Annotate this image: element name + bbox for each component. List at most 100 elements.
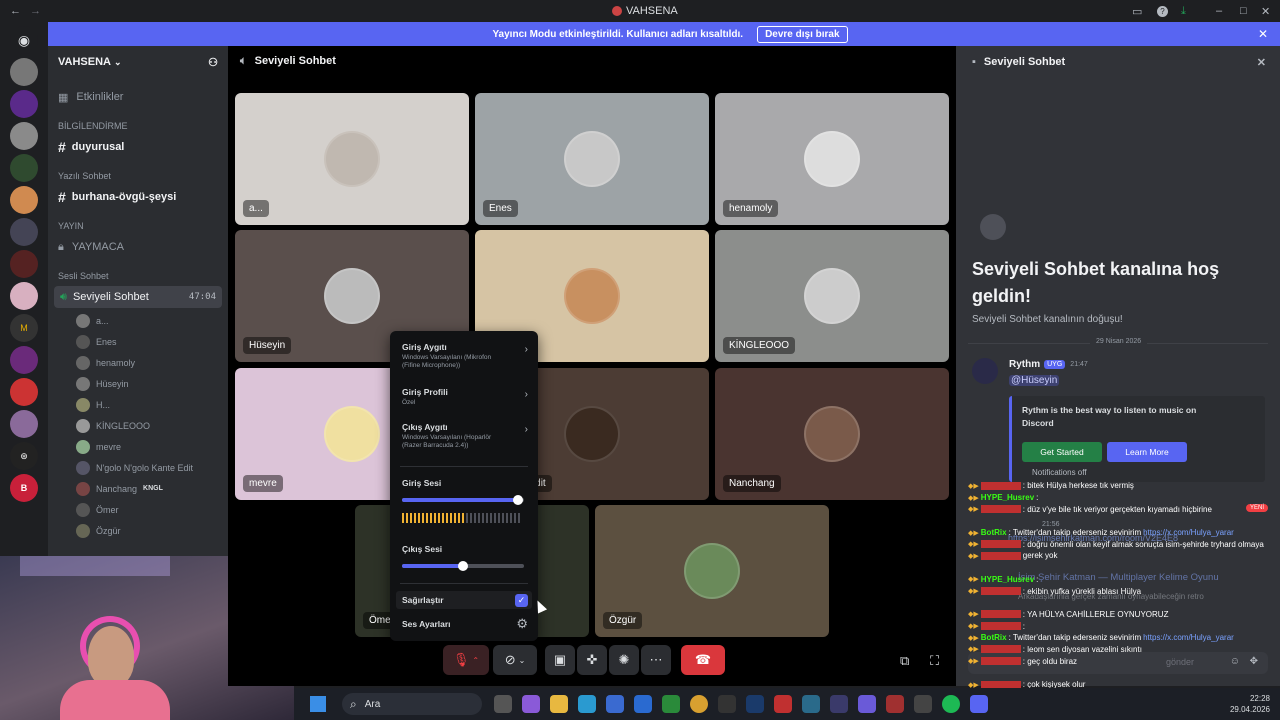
participant-tile[interactable]: Enes [475,93,709,225]
output-device-item[interactable]: Çıkış Aygıtı Windows Varsayılanı (Hoparl… [402,422,528,450]
outlook-icon[interactable] [634,695,652,713]
disable-streamer-button[interactable]: Devre dışı bırak [757,25,848,43]
camera-button[interactable]: ⊘ ⌄ [493,645,537,675]
channel-stream[interactable]: 🔒︎ YAYMACA [48,236,228,258]
windows-start-icon[interactable] [310,696,326,712]
server-icon[interactable] [10,346,38,374]
server-icon[interactable] [10,154,38,182]
app-icon[interactable] [830,695,848,713]
input-device-item[interactable]: Giriş Aygıtı Windows Varsayılanı (Mikrof… [402,342,528,370]
task-view-icon[interactable] [494,695,512,713]
taskbar-search[interactable]: ⌕ Ara [342,693,482,715]
app-icon[interactable] [886,695,904,713]
inbox-icon[interactable]: ▭ [1132,5,1142,18]
input-profile-item[interactable]: Giriş Profili Özel › [402,387,528,407]
server-icon[interactable] [10,250,38,278]
voice-user[interactable]: henamoly [48,352,228,373]
app-icon[interactable] [914,695,932,713]
fullscreen-icon[interactable]: ⛶ [930,653,939,669]
copilot-icon[interactable] [522,695,540,713]
folder-icon[interactable] [550,695,568,713]
participant-tile[interactable]: a... [235,93,469,225]
channel-duyurusal[interactable]: # duyurusal [48,136,228,158]
back-icon[interactable]: ← [10,5,21,17]
server-icon[interactable] [10,282,38,310]
category-stream[interactable]: YAYIN [48,216,228,236]
mention[interactable]: @Hüseyin [1009,375,1060,386]
learn-more-button[interactable]: Learn More [1107,442,1187,462]
close-chat-icon[interactable]: ✕ [1257,56,1266,69]
screen-share-button[interactable]: ▣ [545,645,575,675]
participant-tile[interactable]: henamoly [715,93,949,225]
soundboard-button[interactable]: ✺ [609,645,639,675]
discord-home-icon[interactable]: ◉ [10,26,38,54]
voice-user[interactable]: N'golo N'golo Kante Edit [48,457,228,478]
input-volume-slider[interactable] [402,495,524,505]
spotify-icon[interactable] [942,695,960,713]
deafen-item[interactable]: Sağırlaştır ✓ [396,591,532,609]
slider-handle[interactable] [512,495,523,505]
voice-user[interactable]: Nanchang KNGL [48,478,228,499]
server-icon[interactable] [10,410,38,438]
events-item[interactable]: ▦ Etkinlikler [48,80,228,114]
minimize-icon[interactable]: – [1216,5,1222,17]
server-icon[interactable]: ⊛ [10,442,38,470]
category-info[interactable]: BİLGİLENDİRME [48,116,228,136]
chrome-icon[interactable] [690,695,708,713]
maximize-icon[interactable]: □ [1240,5,1247,17]
voice-user[interactable]: KİNGLEOOO [48,415,228,436]
channel-text[interactable]: # burhana-övgü-şeysi [48,186,228,208]
checkbox-checked-icon[interactable]: ✓ [515,593,528,607]
voice-user[interactable]: mevre [48,436,228,457]
voice-user[interactable]: Hüseyin [48,373,228,394]
xbox-icon[interactable] [662,695,680,713]
participant-tile[interactable]: Özgür [595,505,829,637]
disconnect-button[interactable]: ☎ [681,645,725,675]
voice-user[interactable]: Enes [48,331,228,352]
server-icon[interactable] [10,218,38,246]
help-icon[interactable]: ? [1157,5,1168,17]
voice-user[interactable]: Ömer [48,499,228,520]
voice-settings-item[interactable]: Ses Ayarları ⚙ [402,616,528,631]
server-icon[interactable]: M [10,314,38,342]
close-window-icon[interactable]: ✕ [1261,5,1270,18]
server-icon[interactable] [10,186,38,214]
category-voice[interactable]: Sesli Sohbet [48,266,228,286]
category-text[interactable]: Yazılı Sohbet [48,166,228,186]
chat-link[interactable]: https://x.com/Hulya_yarar [1143,528,1234,537]
voice-user[interactable]: Özgür [48,520,228,541]
clock[interactable]: 22:28 29.04.2026 [1230,693,1270,715]
server-header[interactable]: VAHSENA ⌄ ⚇ [48,46,228,78]
more-button[interactable]: ⋯ [641,645,671,675]
server-icon[interactable] [10,378,38,406]
server-icon[interactable]: B [10,474,38,502]
app-icon[interactable] [802,695,820,713]
epic-icon[interactable] [718,695,736,713]
server-icon[interactable] [10,58,38,86]
voice-user[interactable]: H... [48,394,228,415]
server-icon[interactable] [10,90,38,118]
banner-close-icon[interactable]: ✕ [1258,27,1268,41]
bot-name[interactable]: Rythm [1009,359,1040,370]
participant-tile[interactable]: KİNGLEOOO [715,230,949,362]
forward-icon[interactable]: → [30,5,41,17]
edge-icon[interactable] [578,695,596,713]
discord-icon[interactable] [970,695,988,713]
store-icon[interactable] [606,695,624,713]
add-member-icon[interactable]: ⚇ [208,56,218,69]
channel-voice-active[interactable]: 🔊︎ Seviyeli Sohbet 47:04 [54,286,222,308]
download-icon[interactable]: ⤓ [1181,5,1186,18]
popout-icon[interactable]: ⧉ [900,653,909,669]
mute-mic-button[interactable]: 🎙︎ ⌃ [443,645,489,675]
output-volume-slider[interactable] [402,561,524,571]
participant-tile[interactable]: Nanchang [715,368,949,500]
app-icon[interactable] [858,695,876,713]
voice-user[interactable]: a... [48,310,228,331]
get-started-button[interactable]: Get Started [1022,442,1102,462]
app-icon[interactable] [774,695,792,713]
steam-icon[interactable] [746,695,764,713]
activities-button[interactable]: ✜ [577,645,607,675]
slider-handle[interactable] [458,561,468,571]
chat-link[interactable]: https://x.com/Hulya_yarar [1143,633,1234,642]
server-icon[interactable] [10,122,38,150]
